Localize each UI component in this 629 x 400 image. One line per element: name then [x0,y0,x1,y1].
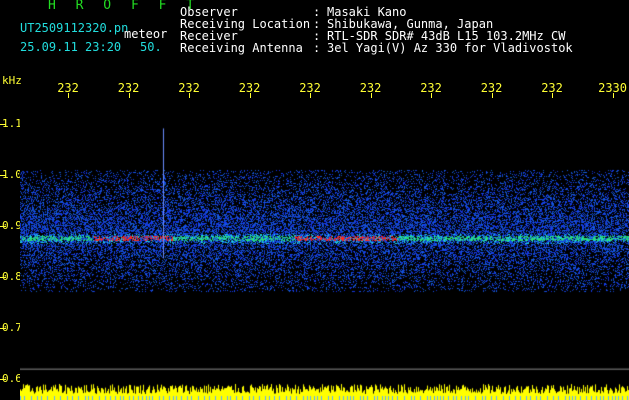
file-type: meteor [124,27,168,41]
meta-antenna: Receiving Antenna:3el Yagi(V) Az 330 for… [180,41,573,55]
meta-label: Receiving Antenna [180,41,303,55]
y-axis-unit-label: kHz [2,74,22,87]
y-tick-mark [0,327,6,329]
file-name: UT2509112320.pn [20,21,129,35]
y-tick-mark [0,378,6,380]
file-datetime: 25.09.11 23:20 [20,40,122,54]
y-tick-mark [0,225,6,227]
file-count: 50. [140,40,162,54]
app-title: H R O F F T [48,0,201,13]
y-tick-mark [0,174,6,176]
y-tick-mark [0,123,6,125]
spectrogram-plot [20,98,629,400]
y-tick-mark [0,276,6,278]
meta-value: 3el Yagi(V) Az 330 for Vladivostok [327,41,573,55]
